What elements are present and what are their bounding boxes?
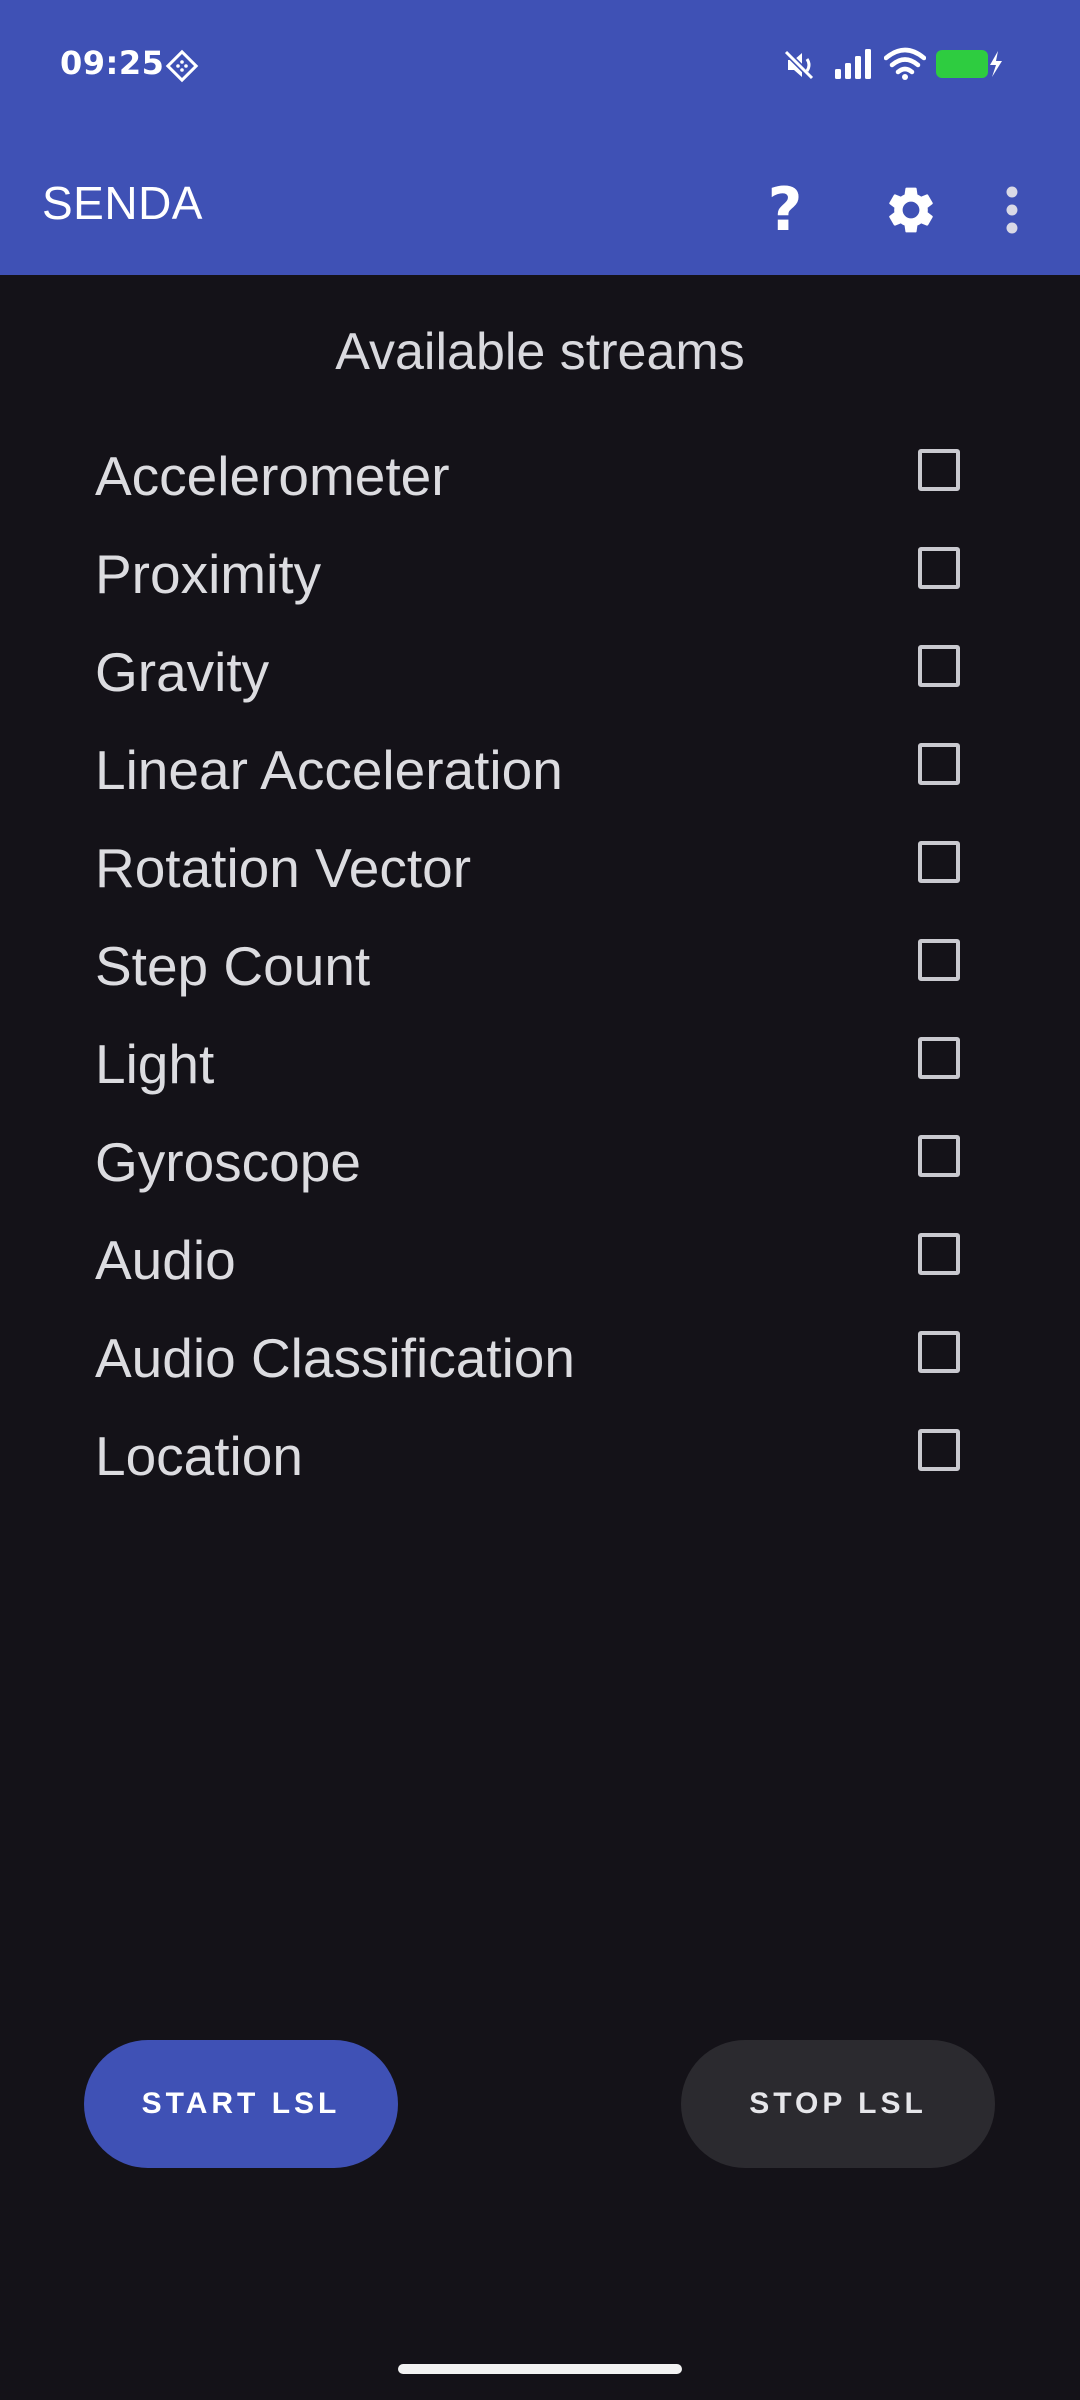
stream-checkbox[interactable] (918, 1037, 960, 1079)
app-title: SENDA (42, 177, 203, 229)
settings-button[interactable] (871, 170, 951, 250)
stream-checkbox[interactable] (918, 1233, 960, 1275)
stream-label: Step Count (95, 935, 371, 997)
stream-row[interactable]: Location (0, 1410, 1080, 1508)
battery-charging-icon (936, 50, 1002, 78)
wifi-icon (884, 47, 926, 80)
home-indicator[interactable] (398, 2364, 682, 2374)
stream-label: Audio Classification (95, 1327, 575, 1389)
stream-label: Gyroscope (95, 1131, 361, 1193)
stream-checkbox[interactable] (918, 645, 960, 687)
stream-label: Accelerometer (95, 445, 450, 507)
help-button[interactable]: ? (745, 170, 825, 250)
stream-label: Audio (95, 1229, 236, 1291)
stream-label: Proximity (95, 543, 322, 605)
stream-row[interactable]: Accelerometer (0, 430, 1080, 528)
stream-checkbox[interactable] (918, 547, 960, 589)
stream-checkbox[interactable] (918, 1429, 960, 1471)
streams-heading: Available streams (335, 323, 745, 381)
stream-list: Accelerometer Proximity Gravity Linear Acce… (0, 430, 1080, 1508)
stream-row[interactable]: Audio (0, 1214, 1080, 1312)
stream-checkbox[interactable] (918, 841, 960, 883)
stream-checkbox[interactable] (918, 1331, 960, 1373)
stream-label: Gravity (95, 641, 270, 703)
app-bar: 09:25 SENDA ? (0, 0, 1080, 275)
cellular-signal-icon (835, 49, 871, 79)
stop-lsl-button[interactable]: STOP LSL (681, 2040, 995, 2168)
stream-label: Linear Acceleration (95, 739, 563, 801)
stream-label: Rotation Vector (95, 837, 472, 899)
stream-row[interactable]: Linear Acceleration (0, 724, 1080, 822)
stream-checkbox[interactable] (918, 1135, 960, 1177)
stream-label: Light (95, 1033, 215, 1095)
start-lsl-button[interactable]: START LSL (84, 2040, 398, 2168)
overflow-menu-icon (1006, 186, 1018, 234)
stream-row[interactable]: Light (0, 1018, 1080, 1116)
stream-checkbox[interactable] (918, 743, 960, 785)
status-time: 09:25 (60, 44, 165, 82)
stream-label: Location (95, 1425, 303, 1487)
help-icon: ? (767, 175, 803, 245)
stream-row[interactable]: Proximity (0, 528, 1080, 626)
stream-row[interactable]: Rotation Vector (0, 822, 1080, 920)
app-screen: 09:25 SENDA ? Available streams Accelero… (0, 0, 1080, 2400)
settings-gear-icon (889, 187, 933, 233)
overflow-menu-button[interactable] (982, 170, 1042, 250)
stream-row[interactable]: Gravity (0, 626, 1080, 724)
stream-row[interactable]: Step Count (0, 920, 1080, 1018)
stream-row[interactable]: Audio Classification (0, 1312, 1080, 1410)
mute-icon (783, 49, 815, 81)
nfc-diamond-icon (165, 49, 199, 83)
stream-checkbox[interactable] (918, 939, 960, 981)
stream-row[interactable]: Gyroscope (0, 1116, 1080, 1214)
stream-checkbox[interactable] (918, 449, 960, 491)
